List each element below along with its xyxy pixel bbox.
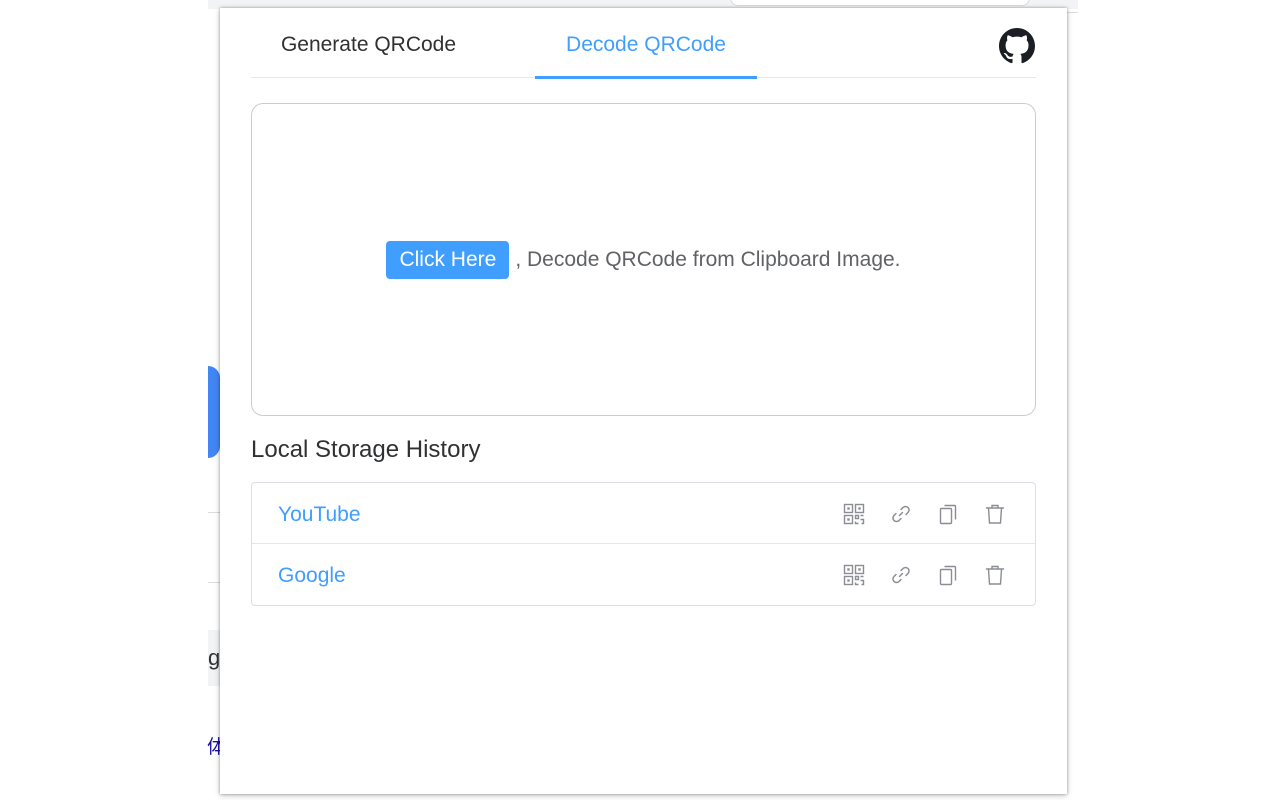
history-item-actions — [819, 563, 1007, 587]
qrcode-icon[interactable] — [842, 563, 866, 587]
background-link-text: 体 — [207, 736, 220, 758]
background-search-box: g — [208, 630, 220, 686]
background-glyph: g — [208, 645, 220, 670]
qrcode-icon[interactable] — [842, 502, 866, 526]
extension-popup: Generate QRCode Decode QRCode Click Here… — [220, 8, 1067, 794]
tab-bar: Generate QRCode Decode QRCode — [251, 8, 1036, 79]
link-icon[interactable] — [889, 563, 913, 587]
history-item-link[interactable]: Google — [278, 544, 346, 605]
history-list: YouTube Google — [251, 482, 1036, 606]
decode-instruction-text: , Decode QRCode from Clipboard Image. — [515, 247, 901, 271]
background-blue-shape — [208, 366, 220, 458]
browser-omnibox — [730, 0, 1030, 6]
tab-generate-qrcode[interactable]: Generate QRCode — [251, 8, 486, 78]
link-icon[interactable] — [889, 502, 913, 526]
active-tab-indicator — [535, 76, 757, 79]
copy-icon[interactable] — [936, 502, 960, 526]
history-item-link[interactable]: YouTube — [278, 483, 361, 546]
history-title: Local Storage History — [251, 436, 481, 463]
background-divider — [1066, 12, 1078, 13]
copy-icon[interactable] — [936, 563, 960, 587]
decode-instruction-row: Click Here , Decode QRCode from Clipboar… — [386, 240, 901, 279]
background-divider — [208, 582, 220, 583]
click-here-button[interactable]: Click Here — [386, 240, 510, 279]
list-item: Google — [252, 544, 1035, 605]
list-item: YouTube — [252, 483, 1035, 544]
tab-decode-qrcode[interactable]: Decode QRCode — [535, 8, 757, 78]
delete-icon[interactable] — [983, 502, 1007, 526]
background-divider — [208, 512, 220, 513]
clipboard-decode-area[interactable]: Click Here , Decode QRCode from Clipboar… — [251, 103, 1036, 416]
github-icon[interactable] — [999, 28, 1035, 64]
history-item-actions — [819, 502, 1007, 526]
delete-icon[interactable] — [983, 563, 1007, 587]
